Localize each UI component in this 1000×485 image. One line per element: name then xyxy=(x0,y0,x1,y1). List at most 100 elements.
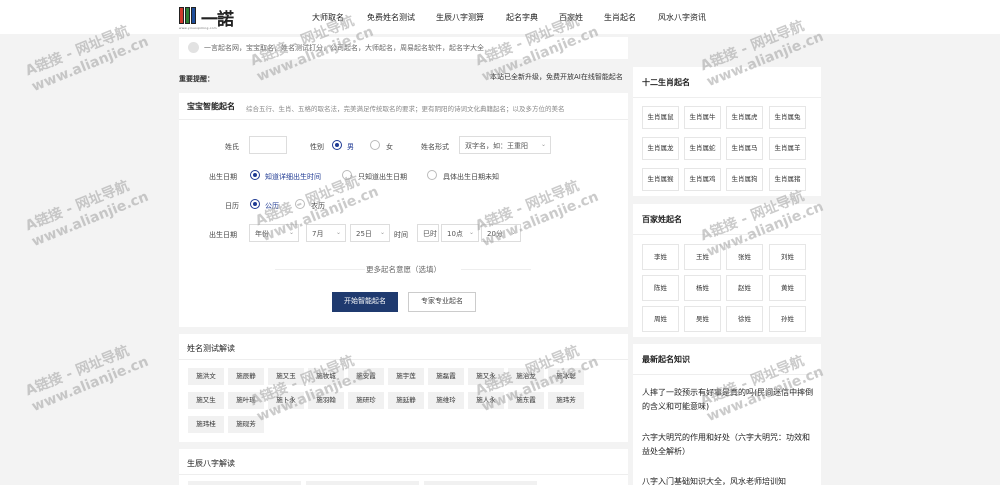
birth-date-only-label: 只知道出生日期 xyxy=(358,173,407,181)
surname-link[interactable]: 杨姓 xyxy=(684,275,721,301)
year-value: 年份 xyxy=(255,230,269,238)
section-divider xyxy=(179,474,628,475)
zodiac-link[interactable]: 生肖属马 xyxy=(726,137,763,160)
name-tag[interactable]: 施洪文 xyxy=(188,368,224,385)
news-link[interactable]: 人摔了一跤预示有好事是真的吗(民间迷信中摔倒的含义和可能意味) xyxy=(642,386,814,414)
zodiac-link[interactable]: 生肖属猪 xyxy=(769,168,806,191)
zodiac-link[interactable]: 生肖属鼠 xyxy=(642,106,679,129)
name-tag[interactable]: 施宇莲 xyxy=(388,368,424,385)
month-select[interactable]: 7月 ⌄ xyxy=(306,224,346,242)
bazi-item[interactable] xyxy=(306,481,419,485)
calendar-solar-radio[interactable] xyxy=(250,199,260,209)
calendar-lunar-radio[interactable] xyxy=(295,199,305,209)
zodiac-link[interactable]: 生肖属龙 xyxy=(642,137,679,160)
name-tag[interactable]: 施安霞 xyxy=(348,368,384,385)
zodiac-link[interactable]: 生肖属兔 xyxy=(769,106,806,129)
name-tag[interactable]: 施又玉 xyxy=(268,368,304,385)
name-tag[interactable]: 施磊霞 xyxy=(428,368,464,385)
zodiac-link[interactable]: 生肖属鸡 xyxy=(684,168,721,191)
surname-link[interactable]: 黄姓 xyxy=(769,275,806,301)
surname-link[interactable]: 王姓 xyxy=(684,244,721,270)
name-tag[interactable]: 施玮芳 xyxy=(548,392,584,409)
name-tag[interactable]: 施牧城 xyxy=(308,368,344,385)
surname-link[interactable]: 刘姓 xyxy=(769,244,806,270)
more-options-toggle[interactable]: 更多起名意愿（选填） xyxy=(179,264,628,275)
nav-master-naming[interactable]: 大师取名 xyxy=(312,12,344,23)
section-divider xyxy=(633,234,821,235)
surname-link[interactable]: 李姓 xyxy=(642,244,679,270)
year-select[interactable]: 年份 ⌄ xyxy=(249,224,299,242)
news-link[interactable]: 八字入门基础知识大全，风水老师培训知 xyxy=(642,475,814,485)
surname-link[interactable]: 孙姓 xyxy=(769,306,806,332)
chevron-down-icon: ⌄ xyxy=(379,229,385,236)
name-tag[interactable]: 施辰静 xyxy=(228,368,264,385)
name-tag[interactable]: 施卜永 xyxy=(268,392,304,409)
name-tag[interactable]: 施砚芳 xyxy=(228,416,264,433)
hour-branch-value: 巳时 xyxy=(423,230,437,238)
gender-female-radio[interactable] xyxy=(370,140,380,150)
top-header: 一諾 www.yinuoqiming.com 大师取名 免费姓名测试 生辰八字测… xyxy=(0,0,1000,34)
zodiac-link[interactable]: 生肖属虎 xyxy=(726,106,763,129)
expert-naming-button[interactable]: 专家专业起名 xyxy=(408,292,476,312)
surname-link[interactable]: 吴姓 xyxy=(684,306,721,332)
name-form-label: 姓名形式 xyxy=(421,143,449,151)
name-tag[interactable]: 施维玲 xyxy=(428,392,464,409)
surname-link[interactable]: 赵姓 xyxy=(726,275,763,301)
name-test-section: 姓名测试解读 施洪文 施辰静 施又玉 施牧城 施安霞 施宇莲 施磊霞 施又永 施… xyxy=(179,334,628,442)
nav-surnames[interactable]: 百家姓 xyxy=(559,12,583,23)
name-tag[interactable]: 施又永 xyxy=(468,368,504,385)
zodiac-link[interactable]: 生肖属狗 xyxy=(726,168,763,191)
surname-link[interactable]: 张姓 xyxy=(726,244,763,270)
zodiac-link[interactable]: 生肖属蛇 xyxy=(684,137,721,160)
birth-unknown-radio[interactable] xyxy=(427,170,437,180)
day-select[interactable]: 25日 ⌄ xyxy=(350,224,390,242)
name-form-select[interactable]: 双字名，如：王重阳 ⌄ xyxy=(459,136,551,154)
name-tag[interactable]: 施延静 xyxy=(388,392,424,409)
nav-name-test[interactable]: 免费姓名测试 xyxy=(367,12,415,23)
birth-exact-radio[interactable] xyxy=(250,170,260,180)
chevron-down-icon: ⌄ xyxy=(540,141,546,148)
nav-bazi[interactable]: 生辰八字测算 xyxy=(436,12,484,23)
surname-link[interactable]: 陈姓 xyxy=(642,275,679,301)
birth-date-only-radio[interactable] xyxy=(342,170,352,180)
name-tag[interactable]: 施玮桂 xyxy=(188,416,224,433)
nav-zodiac[interactable]: 生肖起名 xyxy=(604,12,636,23)
minute-select[interactable]: 20分 ⌄ xyxy=(481,224,521,242)
name-tag[interactable]: 施治龙 xyxy=(508,368,544,385)
name-tag[interactable]: 施又生 xyxy=(188,392,224,409)
name-tag[interactable]: 施人永 xyxy=(468,392,504,409)
name-tag[interactable]: 施东霞 xyxy=(508,392,544,409)
chevron-down-icon: ⌄ xyxy=(468,229,474,236)
surname-input[interactable] xyxy=(249,136,287,154)
start-naming-button[interactable]: 开始智能起名 xyxy=(332,292,398,312)
nav-dictionary[interactable]: 起名字典 xyxy=(506,12,538,23)
surname-link[interactable]: 周姓 xyxy=(642,306,679,332)
site-logo[interactable]: 一諾 www.yinuoqiming.com xyxy=(179,5,239,31)
hour-value: 10点 xyxy=(447,230,463,238)
gender-male-label: 男 xyxy=(347,143,354,151)
hour-select[interactable]: 10点 ⌄ xyxy=(441,224,479,242)
name-tag[interactable]: 施羽翰 xyxy=(308,392,344,409)
zodiac-naming-panel: 十二生肖起名 生肖属鼠 生肖属牛 生肖属虎 生肖属兔 生肖属龙 生肖属蛇 生肖属… xyxy=(633,67,821,196)
name-tag[interactable]: 施叶瑶 xyxy=(228,392,264,409)
name-tag[interactable]: 施冰聪 xyxy=(548,368,584,385)
zodiac-link[interactable]: 生肖属羊 xyxy=(769,137,806,160)
hour-branch-select[interactable]: 巳时 xyxy=(417,224,439,242)
birth-exact-label: 知道详细出生时间 xyxy=(265,173,321,181)
news-link[interactable]: 六字大明咒的作用和好处（六字大明咒：功效和益处全解析） xyxy=(642,431,814,459)
gender-male-radio[interactable] xyxy=(332,140,342,150)
zodiac-link[interactable]: 生肖属猴 xyxy=(642,168,679,191)
breadcrumb: 一言起名网，宝宝取名，姓名测试打分，公司起名，大师起名，周易起名软件，起名字大全 xyxy=(179,37,628,59)
more-options-line-right xyxy=(461,269,531,270)
birth-unknown-label: 具体出生日期未知 xyxy=(443,173,499,181)
bazi-item[interactable] xyxy=(188,481,301,485)
bazi-section: 生辰八字解读 xyxy=(179,449,628,485)
zodiac-link[interactable]: 生肖属牛 xyxy=(684,106,721,129)
chevron-down-icon: ⌄ xyxy=(335,229,341,236)
form-title: 宝宝智能起名 xyxy=(187,102,235,111)
bazi-item[interactable] xyxy=(424,481,537,485)
surname-link[interactable]: 徐姓 xyxy=(726,306,763,332)
name-tag[interactable]: 施研珍 xyxy=(348,392,384,409)
gender-label: 性别 xyxy=(310,143,324,151)
nav-fengshui-news[interactable]: 风水八字资讯 xyxy=(658,12,706,23)
